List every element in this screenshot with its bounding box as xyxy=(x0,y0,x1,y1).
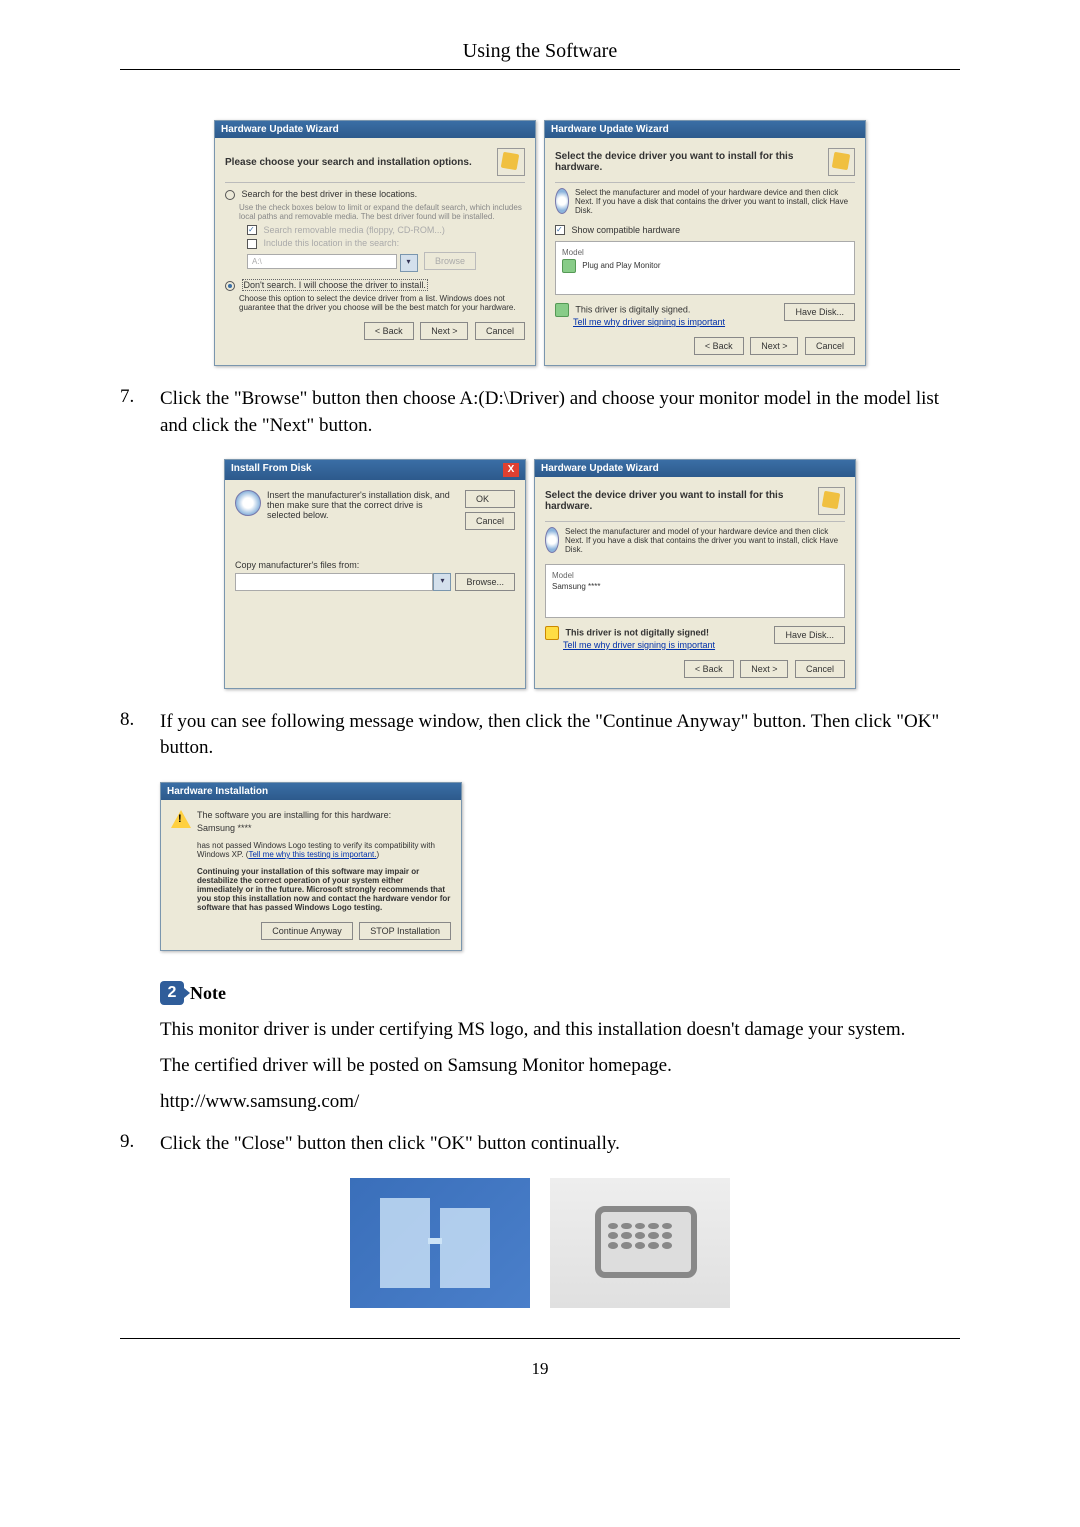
disk-icon xyxy=(555,188,569,214)
path-input: A:\ xyxy=(247,254,397,269)
dialog-title: Hardware Installation xyxy=(161,783,461,800)
opt2-desc: Choose this option to select the device … xyxy=(239,294,525,312)
step-text: Click the "Browse" button then choose A:… xyxy=(160,386,960,439)
footer-rule xyxy=(120,1338,960,1339)
stop-installation-button[interactable]: STOP Installation xyxy=(359,922,451,940)
screenshot-row-2: Install From Disk X Insert the manufactu… xyxy=(120,459,960,689)
step-number: 8. xyxy=(120,709,160,762)
install-desc: Insert the manufacturer's installation d… xyxy=(267,490,453,530)
signed-text: This driver is digitally signed. xyxy=(575,305,690,315)
wizard-heading: Select the device driver you want to ins… xyxy=(545,490,818,512)
wizard-icon xyxy=(497,148,525,176)
next-button[interactable]: Next > xyxy=(750,337,798,355)
step-number: 7. xyxy=(120,386,160,439)
model-item[interactable]: Samsung **** xyxy=(552,582,838,591)
dialog-title: Hardware Update Wizard xyxy=(535,460,855,477)
dialog-title: Hardware Update Wizard xyxy=(215,121,535,138)
disk-icon xyxy=(235,490,261,516)
install-line1: The software you are installing for this… xyxy=(197,810,451,820)
next-button[interactable]: Next > xyxy=(420,322,468,340)
back-button[interactable]: < Back xyxy=(364,322,414,340)
wizard-icon xyxy=(818,487,845,515)
model-item[interactable]: Plug and Play Monitor xyxy=(582,261,660,270)
signed-icon xyxy=(555,303,569,317)
copy-label: Copy manufacturer's files from: xyxy=(235,560,515,570)
chk-compat-label: Show compatible hardware xyxy=(572,225,681,235)
radio-dont-search[interactable] xyxy=(225,281,235,291)
screenshot-row-3: Hardware Installation The software you a… xyxy=(160,782,960,951)
install-line3b: ) xyxy=(376,850,379,859)
page-header: Using the Software xyxy=(120,40,960,63)
step-number: 9. xyxy=(120,1131,160,1158)
note-p3: http://www.samsung.com/ xyxy=(160,1091,960,1113)
next-button[interactable]: Next > xyxy=(740,660,788,678)
hardware-installation-dialog: Hardware Installation The software you a… xyxy=(160,782,462,951)
dropdown-icon[interactable]: ▾ xyxy=(433,573,451,591)
select-desc: Select the manufacturer and model of you… xyxy=(565,527,845,554)
checkbox-include-location xyxy=(247,239,257,249)
model-label: Model xyxy=(552,571,838,580)
chk1-label: Search removable media (floppy, CD-ROM..… xyxy=(264,225,445,235)
warning-icon xyxy=(545,626,559,640)
step-text: If you can see following message window,… xyxy=(160,709,960,762)
note-p1: This monitor driver is under certifying … xyxy=(160,1019,960,1041)
back-button[interactable]: < Back xyxy=(684,660,734,678)
have-disk-button[interactable]: Have Disk... xyxy=(784,303,855,321)
copy-path-input[interactable] xyxy=(235,573,433,591)
opt2-label: Don't search. I will choose the driver t… xyxy=(242,279,428,291)
install-bold-warning: Continuing your installation of this sof… xyxy=(197,867,451,912)
install-from-disk-dialog: Install From Disk X Insert the manufactu… xyxy=(224,459,526,689)
monitor-connector-image xyxy=(550,1178,730,1308)
dialog-title-bar: Install From Disk X xyxy=(225,460,525,480)
select-desc: Select the manufacturer and model of you… xyxy=(575,188,855,215)
ok-button[interactable]: OK xyxy=(465,490,515,508)
chk2-label: Include this location in the search: xyxy=(264,238,400,248)
continue-anyway-button[interactable]: Continue Anyway xyxy=(261,922,353,940)
step-text: Click the "Close" button then click "OK"… xyxy=(160,1131,620,1158)
page-number: 19 xyxy=(120,1359,960,1379)
monitor-icon xyxy=(562,259,576,273)
wizard-icon xyxy=(828,148,855,176)
hardware-wizard-select-dialog-2: Hardware Update Wizard Select the device… xyxy=(534,459,856,689)
hardware-wizard-select-dialog: Hardware Update Wizard Select the device… xyxy=(544,120,866,366)
wizard-heading: Please choose your search and installati… xyxy=(225,157,472,168)
disk-icon xyxy=(545,527,559,553)
install-line2: Samsung **** xyxy=(197,823,451,833)
checkbox-compatible[interactable] xyxy=(555,225,565,235)
tell-me-link[interactable]: Tell me why driver signing is important xyxy=(573,317,725,327)
cancel-button[interactable]: Cancel xyxy=(475,322,525,340)
note-label: Note xyxy=(190,983,226,1004)
tell-me-link[interactable]: Tell me why driver signing is important xyxy=(563,640,715,650)
cancel-button[interactable]: Cancel xyxy=(805,337,855,355)
cancel-button[interactable]: Cancel xyxy=(795,660,845,678)
testing-important-link[interactable]: Tell me why this testing is important. xyxy=(248,850,376,859)
screenshot-row-4 xyxy=(120,1178,960,1308)
browse-button-disabled: Browse xyxy=(424,252,476,270)
cancel-button[interactable]: Cancel xyxy=(465,512,515,530)
wizard-heading: Select the device driver you want to ins… xyxy=(555,151,828,173)
note-icon: 2 xyxy=(160,981,184,1005)
close-icon[interactable]: X xyxy=(503,463,519,477)
have-disk-button[interactable]: Have Disk... xyxy=(774,626,845,644)
hardware-wizard-search-dialog: Hardware Update Wizard Please choose you… xyxy=(214,120,536,366)
checkbox-removable-media xyxy=(247,225,257,235)
wizard-progress-image xyxy=(350,1178,530,1308)
note-p2: The certified driver will be posted on S… xyxy=(160,1055,960,1077)
screenshot-row-1: Hardware Update Wizard Please choose you… xyxy=(120,120,960,366)
dropdown-icon: ▾ xyxy=(400,254,418,272)
radio-search-best[interactable] xyxy=(225,190,235,200)
model-label: Model xyxy=(562,248,848,257)
opt1-desc: Use the check boxes below to limit or ex… xyxy=(239,203,525,221)
dialog-title: Install From Disk xyxy=(231,463,312,477)
browse-button[interactable]: Browse... xyxy=(455,573,515,591)
back-button[interactable]: < Back xyxy=(694,337,744,355)
not-signed-text: This driver is not digitally signed! xyxy=(566,627,710,637)
dialog-title: Hardware Update Wizard xyxy=(545,121,865,138)
warning-icon xyxy=(171,810,191,828)
opt1-label: Search for the best driver in these loca… xyxy=(242,189,418,199)
